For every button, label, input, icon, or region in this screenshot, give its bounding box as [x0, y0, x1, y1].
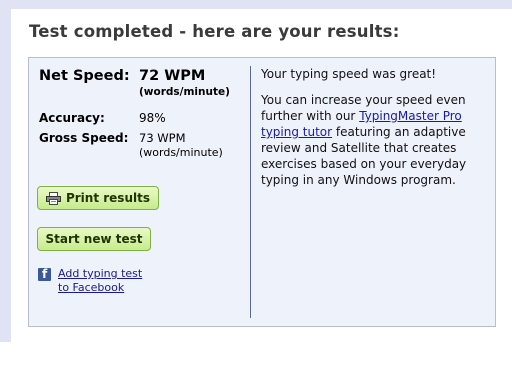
page-title: Test completed - here are your results: — [29, 22, 400, 41]
feedback-line: Your typing speed was great! — [261, 67, 437, 81]
print-results-button[interactable]: Print results — [37, 186, 159, 210]
net-speed-unit: (words/minute) — [139, 86, 230, 98]
column-divider — [250, 66, 251, 318]
accuracy-label: Accuracy: — [39, 111, 105, 125]
upsell-paragraph: You can increase your speed even further… — [261, 92, 489, 188]
start-new-test-button[interactable]: Start new test — [37, 227, 151, 251]
results-panel: Net Speed: 72 WPM (words/minute) Accurac… — [28, 57, 496, 327]
print-results-label: Print results — [65, 191, 150, 205]
add-to-facebook-link[interactable]: Add typing test to Facebook — [58, 267, 168, 294]
facebook-icon: f — [38, 267, 51, 281]
gross-speed-unit: (words/minute) — [139, 146, 223, 159]
feedback-message: Your typing speed was great! You can inc… — [261, 66, 489, 198]
facebook-link-line1: Add typing test — [58, 267, 143, 280]
net-speed-value: 72 WPM — [139, 68, 206, 84]
gross-speed-value: 73 WPM — [139, 131, 186, 145]
facebook-link-line2: to Facebook — [58, 280, 125, 294]
gross-speed-label: Gross Speed: — [39, 131, 129, 145]
net-speed-label: Net Speed: — [39, 68, 130, 84]
printer-icon — [46, 191, 61, 205]
accuracy-value: 98% — [139, 111, 166, 125]
